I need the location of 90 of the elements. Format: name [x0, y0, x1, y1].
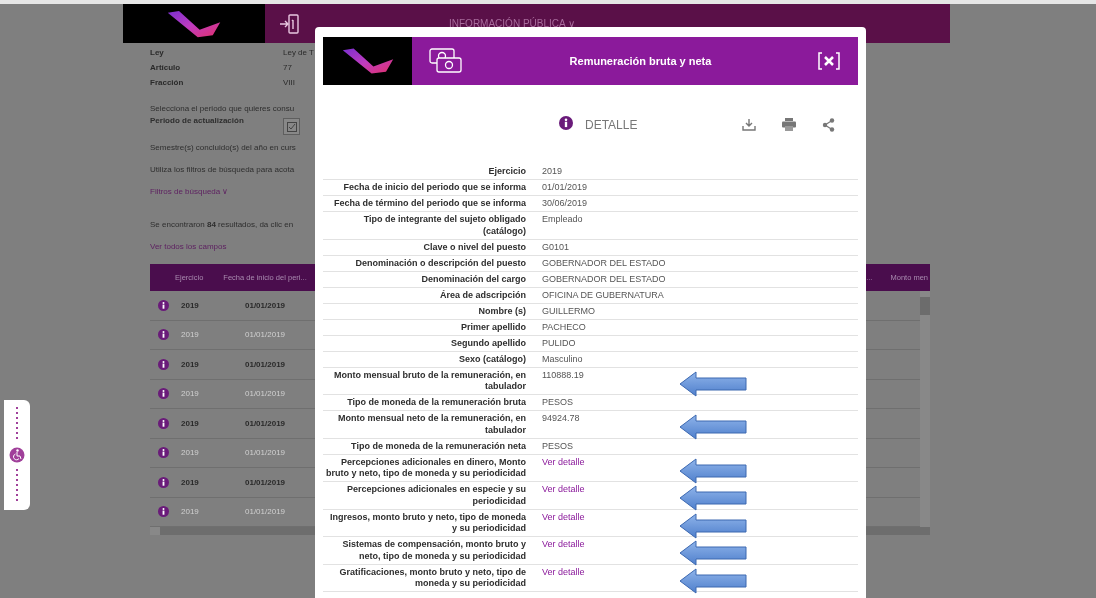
table-cell-text: 2019 — [181, 477, 200, 487]
table-cell-text: 2019 — [181, 300, 200, 310]
field-label: Primer apellido — [459, 321, 527, 333]
detail-link[interactable]: Ver detalle — [542, 566, 585, 577]
table-cell: 01/01/2019 — [245, 507, 286, 517]
results-text: Se encontraron 84 resultados, da clic en — [150, 220, 294, 229]
field-label: Tipo de integrante del sujeto obligado (catálogo) — [362, 214, 527, 237]
field-label: Monto mensual neto de la remuneración, en tabulador — [336, 413, 527, 436]
table-cell: 01/01/2019 — [245, 300, 286, 310]
field-value: GOBERNADOR DEL ESTADO — [542, 273, 666, 284]
detail-link[interactable]: Ver detalle — [542, 484, 585, 494]
table-cell-text: 2019 — [181, 448, 200, 458]
field-value: GUILLERMO — [542, 305, 595, 316]
field-label: Fracción — [150, 78, 185, 87]
table-cell: 01/01/2019 — [245, 359, 286, 369]
field-label: Denominación del cargo — [420, 273, 527, 285]
filter-hint: Utiliza los filtros de búsqueda para acota — [150, 165, 295, 174]
field-label: Fecha de término del periodo que se informa — [332, 198, 527, 210]
semester-text: Semestre(s) concluido(s) del año en curs — [150, 143, 296, 152]
info-icon — [158, 476, 169, 488]
table-cell: 01/01/2019 — [245, 418, 286, 428]
table-cell-text: 2019 — [181, 359, 200, 369]
field-label: Sexo (catálogo) — [458, 353, 527, 365]
info-icon — [158, 447, 169, 459]
share-icon[interactable] — [822, 117, 836, 132]
all-fields-link[interactable]: Ver todos los campos — [150, 242, 227, 251]
field-value: PULIDO — [542, 337, 576, 348]
print-icon[interactable] — [782, 118, 797, 131]
period-checkbox[interactable] — [283, 118, 300, 135]
field-value: PESOS — [542, 397, 573, 407]
info-icon — [559, 115, 573, 130]
field-label: Monto mensual bruto de la remuneración, en tabulador — [332, 369, 527, 393]
info-icon — [158, 388, 169, 400]
field-value: 30/06/2019 — [542, 198, 588, 208]
field-label: Nombre (s) — [477, 305, 527, 317]
field-label: Segundo apellido — [450, 337, 527, 349]
field-value: G0101 — [542, 241, 570, 252]
field-value: 94924.78 — [542, 413, 580, 423]
info-icon — [158, 329, 169, 341]
field-label: Clave o nivel del puesto — [422, 241, 527, 253]
field-label: Ingresos, monto bruto y neto, tipo de moneda y su periodicidad — [329, 511, 527, 535]
info-icon — [158, 299, 169, 311]
field-label: Sistemas de compensación, monto bruto y neto, tipo de moneda y su periodicidad — [341, 539, 527, 562]
field-label: Ley — [150, 48, 165, 57]
section-title: DETALLE — [585, 117, 638, 132]
field-label: Tipo de moneda de la remuneración bruta — [346, 397, 527, 409]
period-prompt: Selecciona el periodo que quieres consu — [150, 104, 295, 113]
info-icon — [158, 417, 169, 429]
period-label: Periodo de actualización — [150, 116, 245, 125]
money-icon — [429, 48, 463, 74]
close-icon[interactable] — [818, 52, 840, 70]
field-label: Ejercicio — [487, 166, 527, 178]
table-cell-text: 2019 — [181, 330, 200, 340]
table-cell: 01/01/2019 — [245, 477, 286, 487]
dialog-title: Remuneración bruta y neta — [568, 55, 713, 67]
field-label: Percepciones adicionales en especie y su periodicidad — [345, 484, 527, 507]
table-cell: 01/01/2019 — [245, 448, 286, 458]
logo-drawing — [340, 46, 395, 76]
field-value: 01/01/2019 — [542, 182, 588, 192]
accessibility-tab[interactable] — [4, 400, 30, 510]
field-value: 2019 — [542, 166, 563, 176]
table-cell-text: 2019 — [181, 389, 200, 399]
field-value: PACHECO — [542, 321, 586, 332]
field-label: Gratificaciones, monto bruto y neto, tipo de moneda y su periodicidad — [338, 566, 527, 590]
table-cell: 01/01/2019 — [245, 389, 286, 399]
download-icon[interactable] — [742, 118, 757, 131]
table-cell-text: 2019 — [181, 507, 200, 517]
detail-link[interactable]: Ver detalle — [542, 539, 585, 549]
info-icon — [158, 506, 169, 518]
filters-link[interactable]: Filtros de búsqueda ∨ — [150, 187, 229, 196]
info-icon — [158, 358, 169, 370]
nav-menu[interactable]: INFORMACIÓN PÚBLICA ∨ — [449, 18, 575, 29]
field-label: Artículo — [150, 63, 182, 72]
field-value: GOBERNADOR DEL ESTADO — [542, 257, 666, 268]
vertical-scrollbar[interactable] — [920, 291, 930, 527]
detail-link[interactable]: Ver detalle — [542, 511, 585, 522]
field-label: Fecha de inicio del periodo que se informa — [342, 182, 527, 194]
table-cell-text: 2019 — [181, 418, 200, 428]
field-label: Área de adscripción — [438, 289, 527, 301]
detail-link[interactable]: Ver detalle — [542, 456, 585, 467]
table-cell: 01/01/2019 — [245, 330, 286, 340]
field-label: Percepciones adicionales en dinero, Monto bruto y neto, tipo de moneda y su periodicidad — [324, 456, 527, 480]
login-icon[interactable] — [279, 12, 299, 35]
field-value: Masculino — [542, 353, 583, 364]
field-value: 110888.19 — [542, 369, 584, 380]
field-value: Empleado — [542, 214, 583, 224]
field-value: OFICINA DE GUBERNATURA — [542, 289, 664, 300]
field-label: Tipo de moneda de la remuneración neta — [350, 440, 527, 452]
field-label: Denominación o descripción del puesto — [354, 257, 527, 269]
field-value: PESOS — [542, 440, 573, 451]
